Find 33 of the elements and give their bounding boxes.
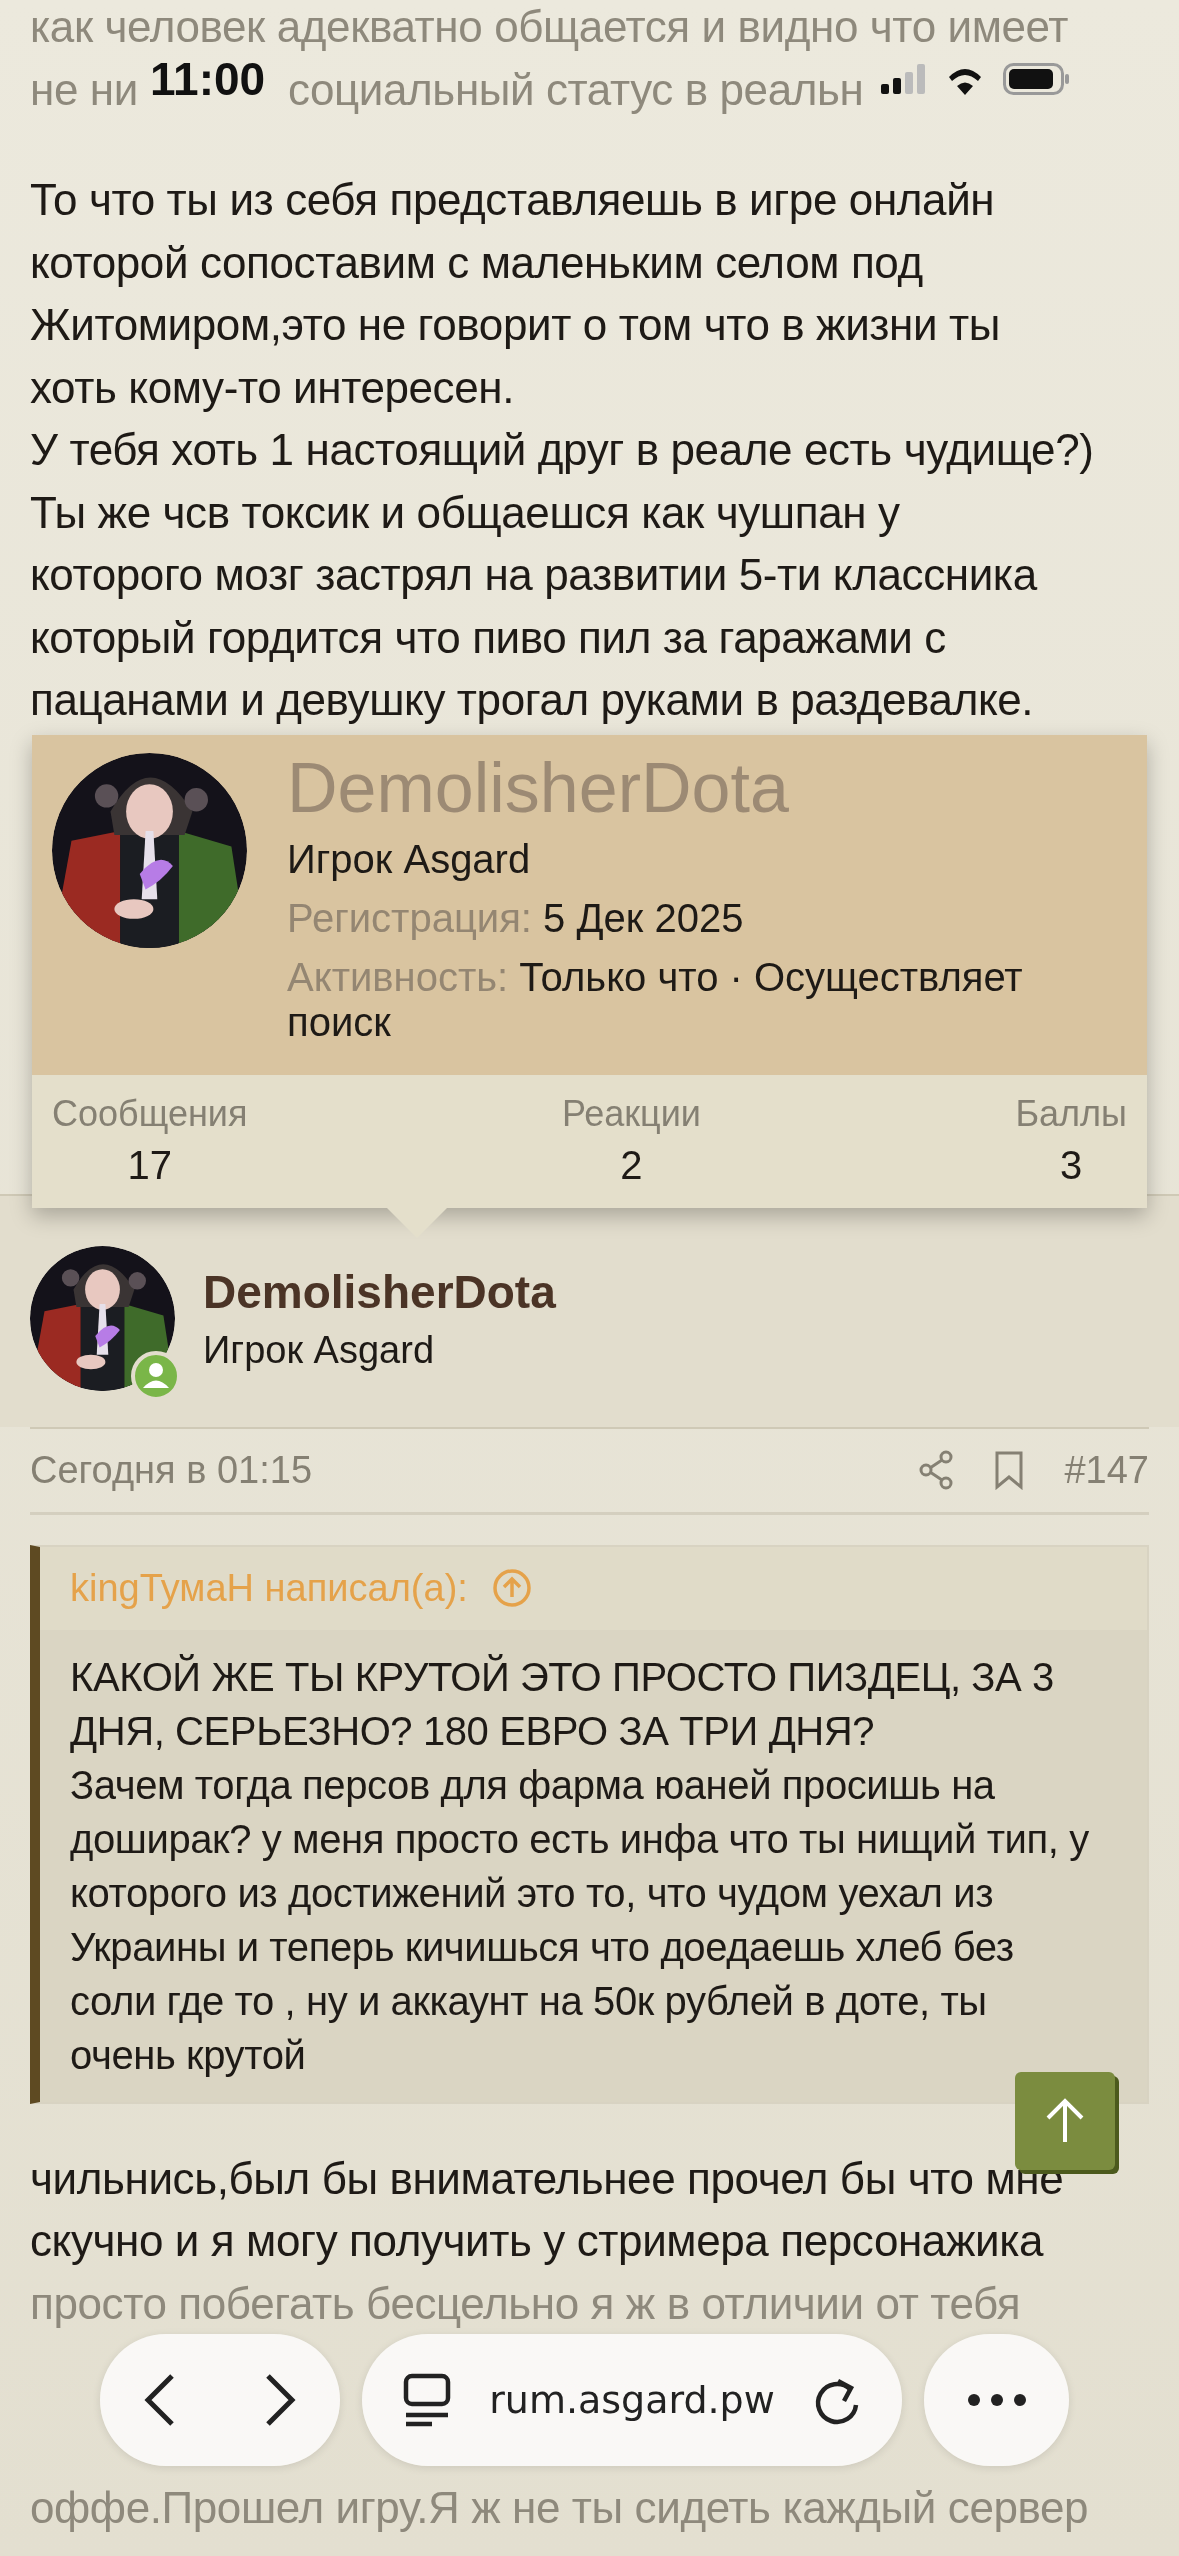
registration-text: Регистрация: 5 Дек 2025 [287, 896, 745, 941]
battery-icon [1003, 63, 1069, 95]
post-text: То что ты из себя представляешь в игре онлайн которой сопоставим с маленьким селом под Житомиром,это не говорит о том что в жизни ты хоть кому-то интересен. У тебя хоть 1 настоящий друг в реале есть чудище?) Ты же чсв токсик и общаешся как чушпан у которого мозг застрял на развитии 5-ти классника который гордится что пиво пил за гаражами с пацанами и девушку трогал руками в раздевалке. [29, 174, 1095, 726]
quote-text: Зачем тогда персов для фарма юаней просишь на доширак? у меня просто есть инфа что ты нищий тип, у которого из достижений это то, что чудом уехал из Украины и теперь кичишься что доедаешь хлеб без соли где то , ну и аккаунт на 50к рублей в доте, ты очень крутой [70, 1761, 1089, 2079]
text-line: оффе.Прошел игру.Я ж не ты сидеть каждый сервер [30, 2482, 1089, 2534]
status-time: 11:00 [150, 53, 266, 105]
share-icon[interactable] [918, 1450, 955, 1490]
text-line: не ни [30, 63, 138, 116]
quote-author[interactable]: kingТумаН написал(а): [70, 1566, 468, 1610]
stat-label: Баллы [1015, 1093, 1127, 1135]
text-line: скучно и я могу получить у стримера персонажика [30, 2215, 1044, 2267]
stat-label: Сообщения [52, 1093, 248, 1135]
address-bar[interactable]: rum.asgard.pw [362, 2334, 902, 2466]
stat-value: 2 [620, 1143, 643, 1188]
user-title: Игрок Asgard [203, 1328, 436, 1372]
text-line: социальный статус в реальн [287, 63, 864, 116]
tabs-icon[interactable] [402, 2373, 452, 2427]
post-date[interactable]: Сегодня в 01:15 [30, 1448, 879, 1492]
signal-icon [881, 64, 927, 94]
url-text[interactable]: rum.asgard.pw [489, 2378, 775, 2422]
quote-text: КАКОЙ ЖЕ ТЫ КРУТОЙ ЭТО ПРОСТО ПИЗДЕЦ, ЗА 3 ДНЯ, СЕРЬЕЗНО? 180 ЕВРО ЗА ТРИ ДНЯ? [70, 1653, 1054, 1755]
stat-value: 3 [1060, 1143, 1083, 1188]
text-line: просто побегать бесцельно я ж в отличии от тебя [30, 2277, 1021, 2330]
text-line: как человек адекватно общается и видно что имеет [30, 1, 1068, 53]
more-icon[interactable] [966, 2393, 1027, 2407]
bookmark-icon[interactable] [994, 1450, 1025, 1490]
stat-value: 17 [127, 1143, 172, 1188]
stat-label: Реакции [561, 1093, 701, 1135]
username[interactable]: DemolisherDota [287, 753, 1087, 823]
author-name[interactable]: DemolisherDota [203, 1264, 556, 1319]
activity-text: Активность: Только что · Осуществляет поиск [287, 955, 1024, 1045]
post-number[interactable]: #147 [1064, 1448, 1149, 1492]
user-title: Игрок Asgard [287, 837, 532, 882]
